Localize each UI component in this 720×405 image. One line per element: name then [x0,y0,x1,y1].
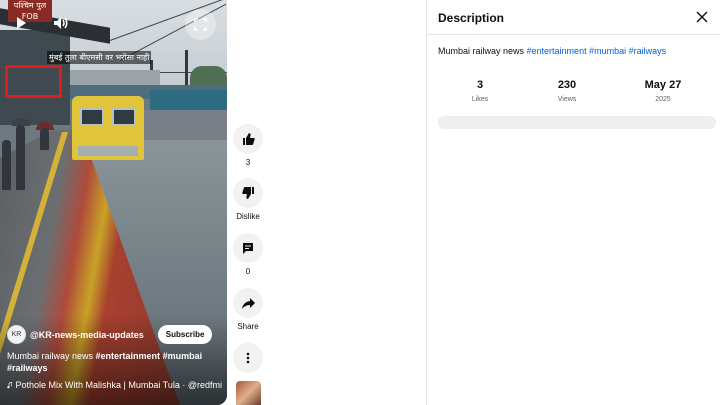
share-icon [241,297,255,309]
stats-row: 3 Likes 230 Views May 27 2025 [427,79,720,109]
shorts-page: पश्चिम पुल FOB मुंबई तुला बीएमसी वर भरोसा… [0,0,720,405]
sound-thumbnail[interactable] [236,381,261,405]
panel-title: Description [438,11,505,25]
panel-divider [427,34,720,35]
hashtag[interactable]: #mumbai [163,351,203,361]
dislike-label: Dislike [236,212,260,221]
share-button[interactable] [233,288,263,318]
music-note-icon [7,381,13,388]
music-track[interactable]: Pothole Mix With Malishka | Mumbai Tula … [7,380,222,390]
dislike-action: Dislike [233,178,263,221]
share-label: Share [237,322,259,331]
highlight-box [5,65,62,98]
subscribe-button[interactable]: Subscribe [157,325,213,344]
fullscreen-button[interactable] [185,9,216,40]
like-count: 3 [245,158,251,167]
channel-name[interactable]: @KR-news-media-updates [30,330,144,340]
close-button[interactable] [695,10,711,26]
hashtag-link[interactable]: #mumbai [589,46,626,56]
stat-likes: 3 Likes [471,79,489,103]
volume-button[interactable] [46,8,76,38]
comment-action: 0 [233,233,263,276]
dislike-icon [241,187,254,199]
channel-avatar[interactable]: KR [7,325,26,344]
hashtag[interactable]: #entertainment [96,351,161,361]
more-action [233,343,263,373]
description-text: Mumbai railway news #entertainment #mumb… [438,46,667,56]
play-icon [17,17,26,29]
hashtag-link[interactable]: #entertainment [527,46,587,56]
like-icon [242,133,255,145]
share-action: Share [233,288,263,331]
video-overlay-text: मुंबई तुला बीएमसी वर भरोसा नाही [47,51,152,64]
fullscreen-icon [194,18,207,31]
stat-views: 230 Views [557,79,577,103]
train [72,96,144,160]
dislike-button[interactable] [233,178,263,208]
loading-placeholder [438,116,716,129]
description-panel: Description Mumbai railway news #enterta… [426,0,720,405]
more-icon [246,352,250,364]
comment-count: 0 [245,267,251,276]
like-button[interactable] [233,124,263,154]
close-icon [696,11,708,23]
video-player[interactable]: पश्चिम पुल FOB मुंबई तुला बीएमसी वर भरोसा… [0,0,227,405]
hashtag-link[interactable]: #railways [629,46,667,56]
play-button[interactable] [6,8,36,38]
like-action: 3 [233,124,263,167]
comment-button[interactable] [233,233,263,263]
comment-icon [243,243,253,254]
stat-date: May 27 2025 [644,79,682,103]
video-caption[interactable]: Mumbai railway news #entertainment #mumb… [7,350,212,374]
channel-row: KR @KR-news-media-updates Subscribe [7,325,213,344]
volume-icon [54,17,68,29]
hashtag[interactable]: #railways [7,363,48,373]
more-button[interactable] [233,343,263,373]
